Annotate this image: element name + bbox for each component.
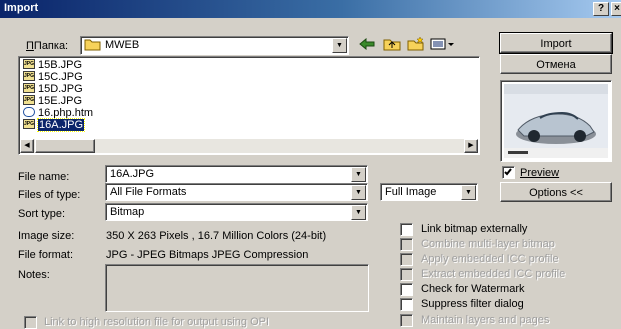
title-bar[interactable]: Import ? × bbox=[0, 0, 621, 18]
image-size-value: 350 X 263 Pixels , 16.7 Million Colors (… bbox=[106, 230, 327, 242]
opi-link-label: Link to high resolution file for output … bbox=[44, 316, 270, 328]
watermark-checkbox[interactable] bbox=[400, 283, 413, 296]
preview-thumbnail bbox=[500, 80, 612, 162]
jpg-file-icon: JPG bbox=[23, 71, 35, 81]
list-item[interactable]: JPG 15B.JPG bbox=[23, 59, 82, 71]
sort-value: Bitmap bbox=[110, 206, 145, 218]
chevron-down-icon[interactable]: ▼ bbox=[332, 38, 347, 53]
image-size-label: Image size: bbox=[18, 230, 75, 242]
list-item[interactable]: JPG 16A.JPG bbox=[23, 118, 86, 132]
list-item[interactable]: JPG 15C.JPG bbox=[23, 71, 83, 83]
list-item[interactable]: JPG 15D.JPG bbox=[23, 83, 83, 95]
cancel-button-label: Отмена bbox=[536, 59, 576, 71]
apply-icc-label: Apply embedded ICC profile bbox=[421, 253, 559, 265]
up-folder-icon[interactable] bbox=[381, 37, 403, 55]
import-mode-combo[interactable]: Full Image ▼ bbox=[380, 183, 478, 201]
combine-layers-label: Combine multi-layer bitmap bbox=[421, 238, 555, 250]
file-name: 15C.JPG bbox=[38, 71, 83, 83]
file-name: 16A.JPG bbox=[36, 118, 86, 132]
jpg-file-icon: JPG bbox=[23, 95, 35, 105]
lookin-combo[interactable]: MWEB ▼ bbox=[80, 36, 349, 55]
filename-label: File name: bbox=[18, 171, 70, 183]
scroll-thumb[interactable] bbox=[35, 139, 95, 153]
apply-icc-checkbox[interactable] bbox=[400, 253, 413, 266]
filetype-label: Files of type: bbox=[18, 189, 81, 201]
file-list[interactable]: JPG 15B.JPG JPG 15C.JPG JPG 15D.JPG JPG 15E.… bbox=[18, 56, 480, 155]
maintain-layers-label: Maintain layers and pages bbox=[421, 314, 550, 326]
extract-icc-label: Extract embedded ICC profile bbox=[421, 268, 566, 280]
chevron-down-icon[interactable]: ▼ bbox=[461, 185, 476, 200]
combine-layers-checkbox[interactable] bbox=[400, 238, 413, 251]
scroll-left-icon[interactable]: ◀ bbox=[20, 139, 34, 153]
jpg-file-icon: JPG bbox=[23, 83, 35, 93]
filename-combo[interactable]: 16A.JPG ▼ bbox=[105, 165, 368, 183]
preview-checkbox[interactable] bbox=[502, 166, 515, 179]
suppress-dialog-label: Suppress filter dialog bbox=[421, 298, 524, 310]
filetype-combo[interactable]: All File Formats ▼ bbox=[105, 183, 368, 201]
close-button[interactable]: × bbox=[611, 2, 621, 16]
import-mode-value: Full Image bbox=[385, 186, 437, 198]
window-title: Import bbox=[4, 2, 39, 14]
back-arrow-icon[interactable] bbox=[356, 37, 378, 55]
lookin-value: MWEB bbox=[105, 39, 140, 51]
jpg-file-icon: JPG bbox=[23, 59, 35, 69]
scroll-right-icon[interactable]: ▶ bbox=[464, 139, 478, 153]
sort-label: Sort type: bbox=[18, 208, 66, 220]
cancel-button[interactable]: Отмена bbox=[500, 54, 612, 74]
new-folder-icon[interactable] bbox=[405, 36, 427, 55]
file-format-value: JPG - JPEG Bitmaps JPEG Compression bbox=[106, 249, 309, 261]
suppress-dialog-checkbox[interactable] bbox=[400, 298, 413, 311]
options-button[interactable]: Options << bbox=[500, 182, 612, 202]
file-name: 15B.JPG bbox=[38, 59, 83, 71]
chevron-down-icon[interactable]: ▼ bbox=[351, 185, 366, 200]
maintain-layers-checkbox[interactable] bbox=[400, 314, 413, 327]
list-item[interactable]: 16.php.htm bbox=[23, 107, 93, 119]
folder-icon bbox=[84, 38, 101, 51]
help-button[interactable]: ? bbox=[593, 2, 609, 16]
file-format-label: File format: bbox=[18, 249, 74, 261]
list-item[interactable]: JPG 15E.JPG bbox=[23, 95, 82, 107]
notes-box bbox=[105, 264, 369, 312]
preview-label: Preview bbox=[520, 167, 559, 179]
link-bitmap-checkbox[interactable] bbox=[400, 223, 413, 236]
car-preview-image bbox=[504, 84, 608, 158]
horizontal-scrollbar[interactable]: ◀ ▶ bbox=[20, 139, 478, 153]
html-file-icon bbox=[23, 107, 35, 117]
file-name: 15D.JPG bbox=[38, 83, 83, 95]
check-icon bbox=[504, 168, 512, 176]
watermark-label: Check for Watermark bbox=[421, 283, 525, 295]
lookin-label-text: Папка: bbox=[33, 40, 69, 52]
import-button[interactable]: Import bbox=[499, 32, 613, 54]
opi-link-checkbox[interactable] bbox=[24, 316, 37, 329]
preview-label-text: Preview bbox=[520, 167, 560, 179]
notes-label: Notes: bbox=[18, 269, 50, 281]
chevron-down-icon[interactable]: ▼ bbox=[351, 167, 366, 182]
sort-combo[interactable]: Bitmap ▼ bbox=[105, 203, 368, 221]
file-name: 16.php.htm bbox=[38, 107, 94, 119]
view-menu-icon[interactable] bbox=[429, 37, 457, 55]
options-button-label: Options << bbox=[529, 187, 583, 199]
lookin-label: ППапка: bbox=[26, 40, 69, 52]
filename-value: 16A.JPG bbox=[110, 168, 155, 180]
extract-icc-checkbox[interactable] bbox=[400, 268, 413, 281]
link-bitmap-label: Link bitmap externally bbox=[421, 223, 528, 235]
import-button-label: Import bbox=[540, 38, 572, 50]
jpg-file-icon: JPG bbox=[23, 119, 35, 129]
file-name: 15E.JPG bbox=[38, 95, 83, 107]
chevron-down-icon[interactable]: ▼ bbox=[351, 205, 366, 220]
filetype-value: All File Formats bbox=[110, 186, 187, 198]
